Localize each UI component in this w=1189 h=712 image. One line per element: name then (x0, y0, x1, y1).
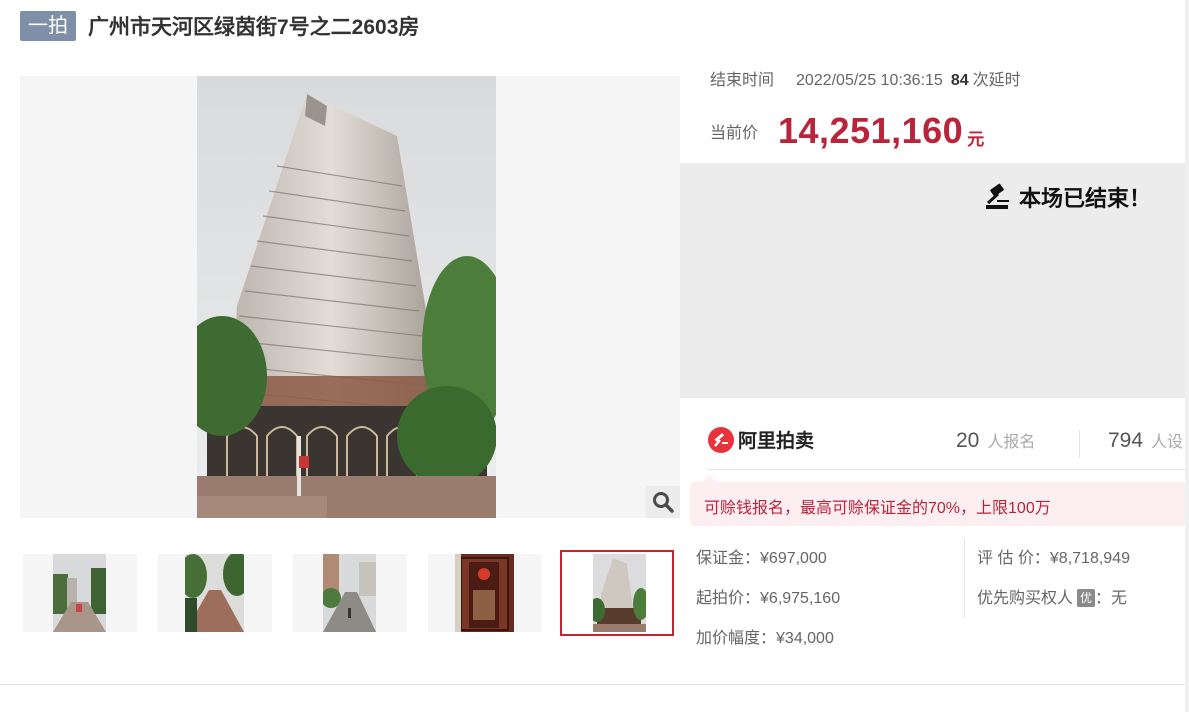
thumbnail-strip (20, 550, 680, 636)
reminders-label: 人设 (1151, 434, 1184, 451)
auction-ended-notice: 本场已结束！ (983, 181, 1151, 213)
start-price-detail: 起拍价：¥6,975,160 (696, 584, 840, 608)
reminders-stat: 794 人设 (1108, 428, 1183, 453)
current-price-value: 14,251,160 (778, 110, 964, 151)
auction-status-box: 本场已结束！ (680, 163, 1189, 398)
start-price-value: ¥6,975,160 (760, 590, 841, 607)
signups-label: 人报名 (987, 434, 1036, 451)
thumbnail-3[interactable] (293, 554, 407, 632)
round-badge: 一拍 (20, 11, 76, 41)
main-image-viewer[interactable] (20, 76, 680, 518)
preemption-detail: 优先购买权人优：无 (977, 584, 1127, 608)
preemption-badge[interactable]: 优 (1077, 589, 1096, 607)
main-building-photo[interactable] (197, 76, 496, 518)
preemption-label: 优先购买权人 (977, 590, 1074, 607)
page-title: 广州市天河区绿茵街7号之二2603房 (88, 16, 420, 39)
credit-signup-promo[interactable]: 可赊钱报名，最高可赊保证金的70%，上限100万 (690, 475, 1189, 526)
thumbnail-2[interactable] (158, 554, 272, 632)
stats-row: 阿里拍卖 20 人报名 794 人设 (708, 424, 1189, 470)
signups-stat: 20 人报名 (956, 428, 1035, 453)
thumbnail-4[interactable] (428, 554, 542, 632)
thumbnail-5[interactable] (560, 550, 674, 636)
appraisal-label: 评 估 价： (977, 550, 1050, 567)
preemption-value: ：无 (1095, 590, 1128, 607)
deposit-detail: 保证金：¥697,000 (696, 544, 827, 568)
signups-count: 20 (956, 429, 980, 452)
ali-auction-logo-icon (708, 426, 734, 453)
promo-text: 可赊钱报名，最高可赊保证金的70%，上限100万 (704, 500, 1051, 517)
auction-ended-text: 本场已结束！ (1018, 186, 1151, 211)
details-divider (964, 538, 965, 618)
stats-divider (1079, 430, 1080, 458)
magnifier-icon (653, 492, 674, 513)
increment-value: ¥34,000 (776, 630, 834, 647)
title-row: 一拍 广州市天河区绿茵街7号之二2603房 (20, 10, 419, 42)
delay-label: 次延时 (972, 72, 1021, 89)
gavel-icon (985, 183, 1009, 209)
scrollbar-track[interactable] (1185, 0, 1189, 712)
reminders-count: 794 (1108, 429, 1144, 452)
end-time-label: 结束时间 (710, 72, 775, 89)
start-price-label: 起拍价： (696, 590, 761, 607)
current-price-row: 当前价 14,251,160 元 (710, 110, 984, 152)
deposit-label: 保证金： (696, 550, 761, 567)
increment-label: 加价幅度： (696, 630, 777, 647)
current-price-label: 当前价 (710, 125, 759, 142)
increment-detail: 加价幅度：¥34,000 (696, 624, 834, 648)
bottom-divider (0, 684, 1189, 685)
ali-auction-logo[interactable]: 阿里拍卖 (708, 426, 814, 453)
zoom-button[interactable] (646, 486, 680, 518)
end-time-row: 结束时间 2022/05/25 10:36:15 84 次延时 (710, 66, 1021, 90)
thumbnail-1[interactable] (23, 554, 137, 632)
platform-name: 阿里拍卖 (738, 431, 815, 452)
appraisal-detail: 评 估 价：¥8,718,949 (977, 544, 1130, 568)
deposit-value: ¥697,000 (760, 550, 827, 567)
delay-count: 84 (950, 72, 969, 89)
appraisal-value: ¥8,718,949 (1049, 550, 1130, 567)
end-time-value: 2022/05/25 10:36:15 (796, 72, 943, 89)
price-unit: 元 (967, 130, 985, 150)
